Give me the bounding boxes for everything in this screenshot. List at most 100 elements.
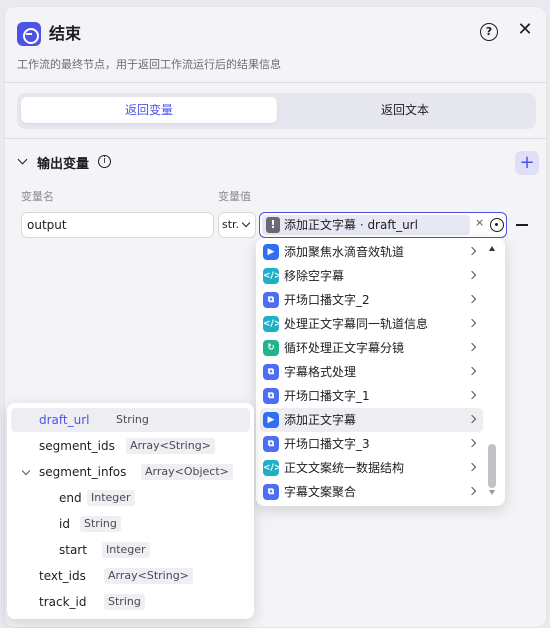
divider (5, 138, 546, 139)
variable-type-badge: Integer (102, 542, 150, 558)
close-icon[interactable]: ✕ (515, 20, 535, 40)
type-select[interactable]: str. (218, 212, 256, 238)
dropdown-item-label: 字幕格式处理 (284, 365, 357, 379)
workflow-icon: ⧉ (263, 364, 279, 380)
variable-name: id (59, 517, 70, 531)
dropdown-item-label: 开场口播文字_1 (284, 389, 370, 403)
code-icon: </> (263, 268, 281, 284)
dropdown-item[interactable]: ▶ 添加聚焦水滴音效轨道 (260, 240, 483, 264)
variable-option[interactable]: segment_infos Array<Object> (11, 460, 250, 484)
dropdown-item[interactable]: ⧉ 开场口播文字_1 (260, 384, 483, 408)
reference-label: 添加正文字幕 · draft_url (284, 218, 418, 232)
return-mode-tabs: 返回变量 返回文本 (17, 93, 536, 129)
warning-icon: ! (266, 217, 280, 233)
scroll-up-icon[interactable] (489, 246, 495, 251)
reference-tag: ! 添加正文字幕 · draft_url (262, 215, 470, 235)
chevron-right-icon (467, 342, 477, 352)
scroll-down-icon[interactable] (489, 490, 495, 495)
variable-option[interactable]: id String (11, 512, 250, 536)
chevron-right-icon (467, 318, 477, 328)
variable-reference-input[interactable]: ! 添加正文字幕 · draft_url × (259, 212, 507, 238)
workflow-icon: ⧉ (263, 436, 279, 452)
dropdown-item-label: 正文文案统一数据结构 (284, 461, 405, 475)
variable-name-input[interactable]: output (21, 212, 214, 238)
variable-option[interactable]: segment_ids Array<String> (11, 434, 250, 458)
chevron-right-icon (467, 390, 477, 400)
dropdown-item-label: 字幕文案聚合 (284, 485, 357, 499)
dropdown-item-label: 开场口播文字_2 (284, 293, 370, 307)
dropdown-item-label: 添加聚焦水滴音效轨道 (284, 245, 405, 259)
dropdown-item[interactable]: ⧉ 字幕格式处理 (260, 360, 483, 384)
dropdown-item[interactable]: ⧉ 开场口播文字_3 (260, 432, 483, 456)
variable-option[interactable]: draft_url String (11, 408, 250, 432)
variable-option[interactable]: text_ids Array<String> (11, 564, 250, 588)
scrollbar-thumb[interactable] (488, 444, 496, 488)
clear-icon[interactable]: × (475, 216, 484, 229)
chevron-right-icon (467, 294, 477, 304)
variable-name: segment_infos (39, 465, 127, 479)
variable-type-badge: String (112, 412, 153, 428)
column-header-value: 变量值 (218, 190, 251, 203)
target-icon[interactable] (490, 218, 504, 232)
code-icon: </> (263, 460, 281, 476)
chevron-right-icon (467, 270, 477, 280)
dropdown-item[interactable]: </> 正文文案统一数据结构 (260, 456, 483, 480)
code-icon: </> (263, 316, 281, 332)
tab-return-variable[interactable]: 返回变量 (21, 97, 277, 123)
variable-option[interactable]: start Integer (11, 538, 250, 562)
dropdown-item[interactable]: ▶ 添加正文字幕 (260, 408, 483, 432)
node-select-dropdown: ▶ 添加聚焦水滴音效轨道 </> 移除空字幕 ⧉ 开场口播文字_2 </> 处理正文字幕同一轨… (256, 238, 505, 506)
scrollbar[interactable] (486, 242, 498, 502)
variable-type-badge: Array<String> (104, 568, 193, 584)
remove-row-button[interactable] (516, 224, 528, 226)
section-title: 输出变量 (37, 157, 90, 172)
chevron-right-icon (467, 414, 477, 424)
workflow-icon: ⧉ (263, 484, 279, 500)
chevron-right-icon (467, 486, 477, 496)
dropdown-item-label: 添加正文字幕 (284, 413, 357, 427)
plugin-icon: ▶ (263, 244, 279, 260)
variable-name: end (59, 491, 82, 505)
divider (5, 82, 546, 83)
variable-type-badge: Array<Object> (141, 464, 233, 480)
panel-description: 工作流的最终节点，用于返回工作流运行后的结果信息 (17, 58, 281, 71)
add-variable-button[interactable]: + (515, 151, 539, 175)
chevron-down-icon[interactable] (17, 154, 28, 165)
variable-type-badge: String (104, 594, 145, 610)
info-icon[interactable]: i (98, 155, 111, 168)
variable-name: track_id (39, 595, 87, 609)
panel-header: 结束 ? ✕ 工作流的最终节点，用于返回工作流运行后的结果信息 (5, 7, 546, 81)
chevron-down-icon[interactable] (21, 466, 31, 476)
dropdown-item-label: 开场口播文字_3 (284, 437, 370, 451)
dropdown-item[interactable]: ⧉ 开场口播文字_2 (260, 288, 483, 312)
dropdown-item[interactable]: </> 移除空字幕 (260, 264, 483, 288)
plugin-icon: ▶ (263, 412, 279, 428)
variable-option[interactable]: end Integer (11, 486, 250, 510)
dropdown-item-label: 处理正文字幕同一轨道信息 (284, 317, 429, 331)
end-node-icon (17, 22, 41, 46)
variable-option[interactable]: track_id String (11, 590, 250, 614)
dropdown-item-label: 移除空字幕 (284, 269, 345, 283)
column-header-name: 变量名 (21, 190, 54, 203)
variable-type-badge: Integer (87, 490, 135, 506)
loop-icon: ↻ (263, 340, 279, 356)
panel-title: 结束 (49, 24, 82, 43)
variable-type-badge: Array<String> (126, 438, 215, 454)
variable-type-badge: String (80, 516, 121, 532)
variable-name: segment_ids (39, 439, 115, 453)
dropdown-item[interactable]: ↻ 循环处理正文字幕分镜 (260, 336, 483, 360)
dropdown-item[interactable]: </> 处理正文字幕同一轨道信息 (260, 312, 483, 336)
workflow-icon: ⧉ (263, 292, 279, 308)
variable-select-popover: draft_url String segment_ids Array<String> s… (7, 403, 254, 619)
tab-return-text[interactable]: 返回文本 (277, 97, 533, 123)
variable-name: start (59, 543, 87, 557)
chevron-right-icon (467, 366, 477, 376)
workflow-icon: ⧉ (263, 388, 279, 404)
help-icon[interactable]: ? (480, 23, 498, 41)
chevron-right-icon (467, 246, 477, 256)
dropdown-item-label: 循环处理正文字幕分镜 (284, 341, 405, 355)
dropdown-item[interactable]: ⧉ 字幕文案聚合 (260, 480, 483, 504)
chevron-right-icon (467, 438, 477, 448)
variable-name: text_ids (39, 569, 86, 583)
chevron-right-icon (467, 462, 477, 472)
